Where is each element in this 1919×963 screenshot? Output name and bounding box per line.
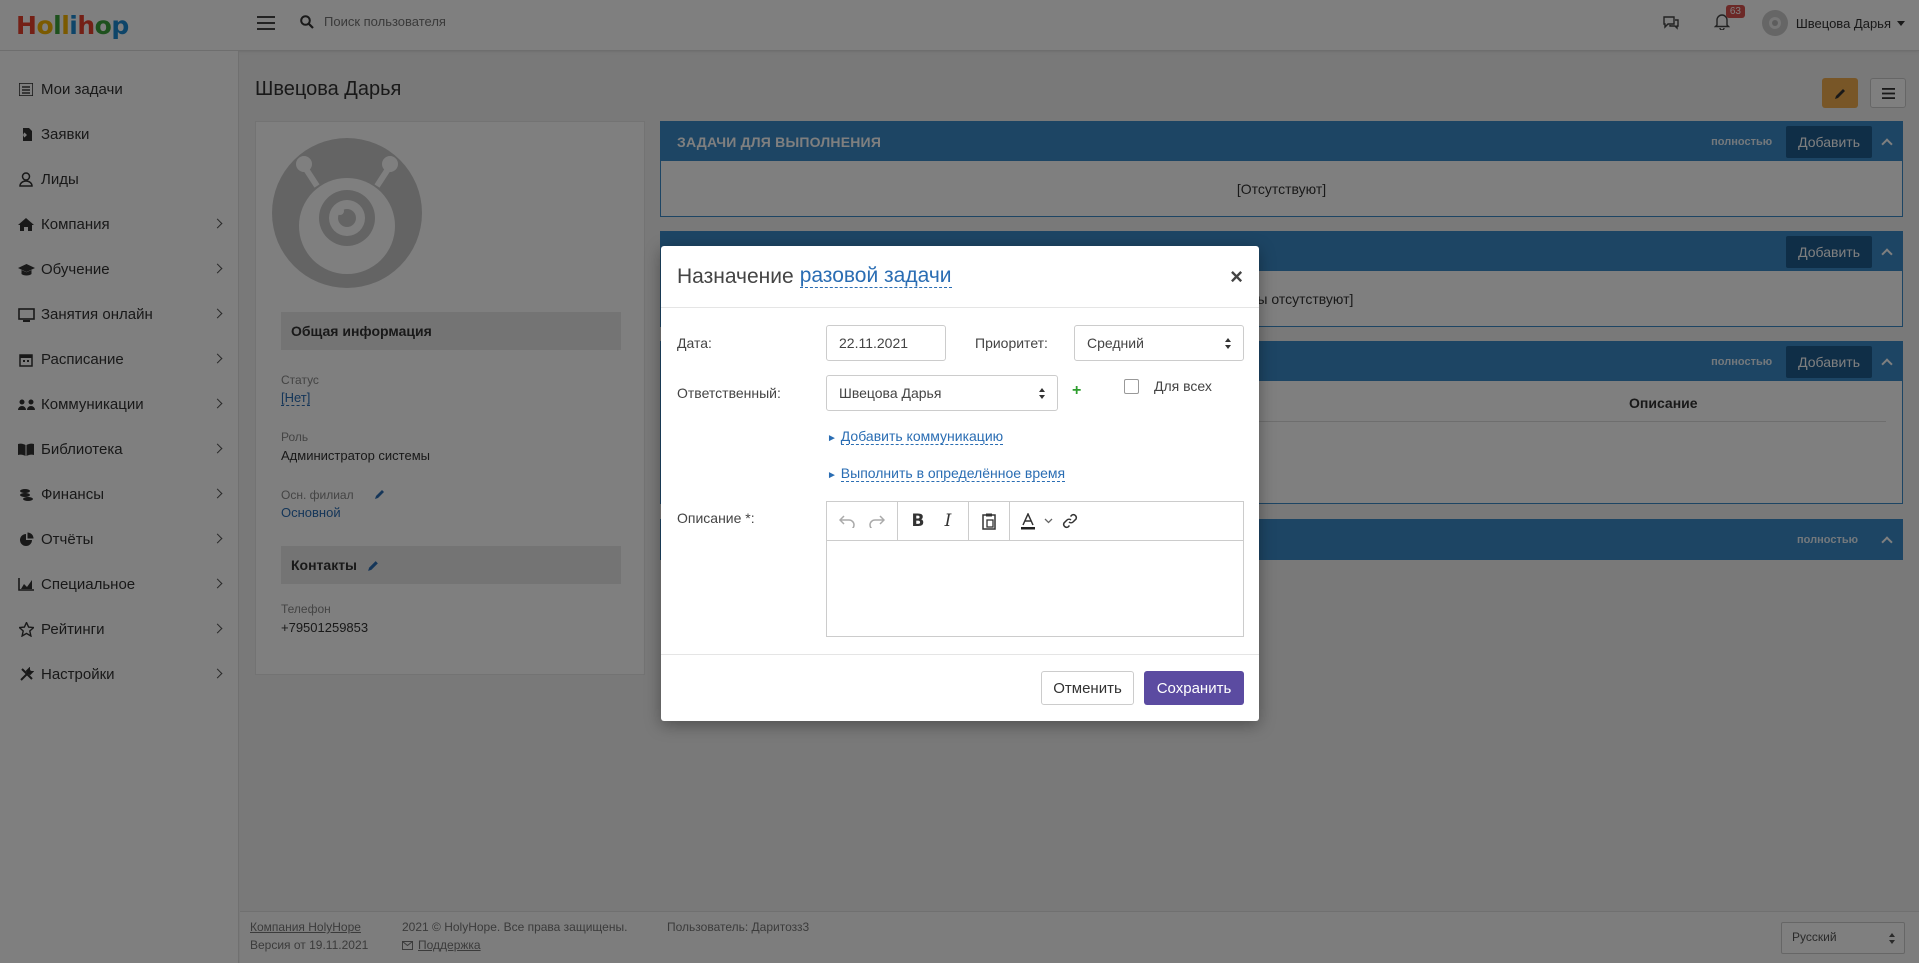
editor-toolbar: B I (827, 501, 1243, 541)
cancel-button[interactable]: Отменить (1041, 671, 1134, 705)
priority-select[interactable]: Средний (1074, 325, 1244, 361)
modal-title: Назначение (677, 264, 794, 288)
date-field[interactable]: 22.11.2021 (826, 325, 946, 361)
task-type-link[interactable]: разовой задачи (799, 265, 952, 288)
responsible-label: Ответственный: (677, 385, 781, 401)
for-all-checkbox[interactable] (1124, 379, 1139, 394)
text-color-icon[interactable] (1015, 506, 1041, 536)
modal-header: Назначение разовой задачи × (661, 246, 1259, 308)
execute-at-time-link[interactable]: ► Выполнить в определённое время (827, 465, 1066, 482)
chevron-down-icon[interactable] (1041, 506, 1055, 536)
bold-icon[interactable]: B (903, 506, 933, 536)
priority-label: Приоритет: (975, 335, 1048, 351)
assign-task-modal: Назначение разовой задачи × Дата: 22.11.… (661, 246, 1259, 721)
redo-icon[interactable] (862, 506, 892, 536)
save-button[interactable]: Сохранить (1144, 671, 1244, 705)
close-icon[interactable]: × (1230, 264, 1243, 290)
undo-icon[interactable] (832, 506, 862, 536)
add-responsible-plus-icon[interactable]: + (1072, 382, 1081, 400)
add-communication-text: Добавить коммуникацию (840, 428, 1004, 445)
link-icon[interactable] (1055, 506, 1085, 536)
italic-icon[interactable]: I (933, 506, 963, 536)
description-textarea[interactable] (827, 541, 1243, 636)
execute-at-time-text: Выполнить в определённое время (840, 465, 1066, 482)
description-editor: B I (826, 501, 1244, 637)
responsible-select[interactable]: Швецова Дарья (826, 375, 1058, 411)
for-all-label: Для всех (1154, 378, 1212, 394)
date-value: 22.11.2021 (839, 335, 909, 351)
add-communication-link[interactable]: ► Добавить коммуникацию (827, 428, 1004, 445)
select-arrows-icon (1039, 388, 1045, 399)
date-label: Дата: (677, 335, 712, 351)
description-label: Описание *: (677, 510, 755, 526)
responsible-value: Швецова Дарья (839, 385, 942, 401)
priority-value: Средний (1087, 335, 1144, 351)
select-arrows-icon (1225, 338, 1231, 349)
modal-footer: Отменить Сохранить (661, 654, 1259, 721)
paste-icon[interactable] (974, 506, 1004, 536)
